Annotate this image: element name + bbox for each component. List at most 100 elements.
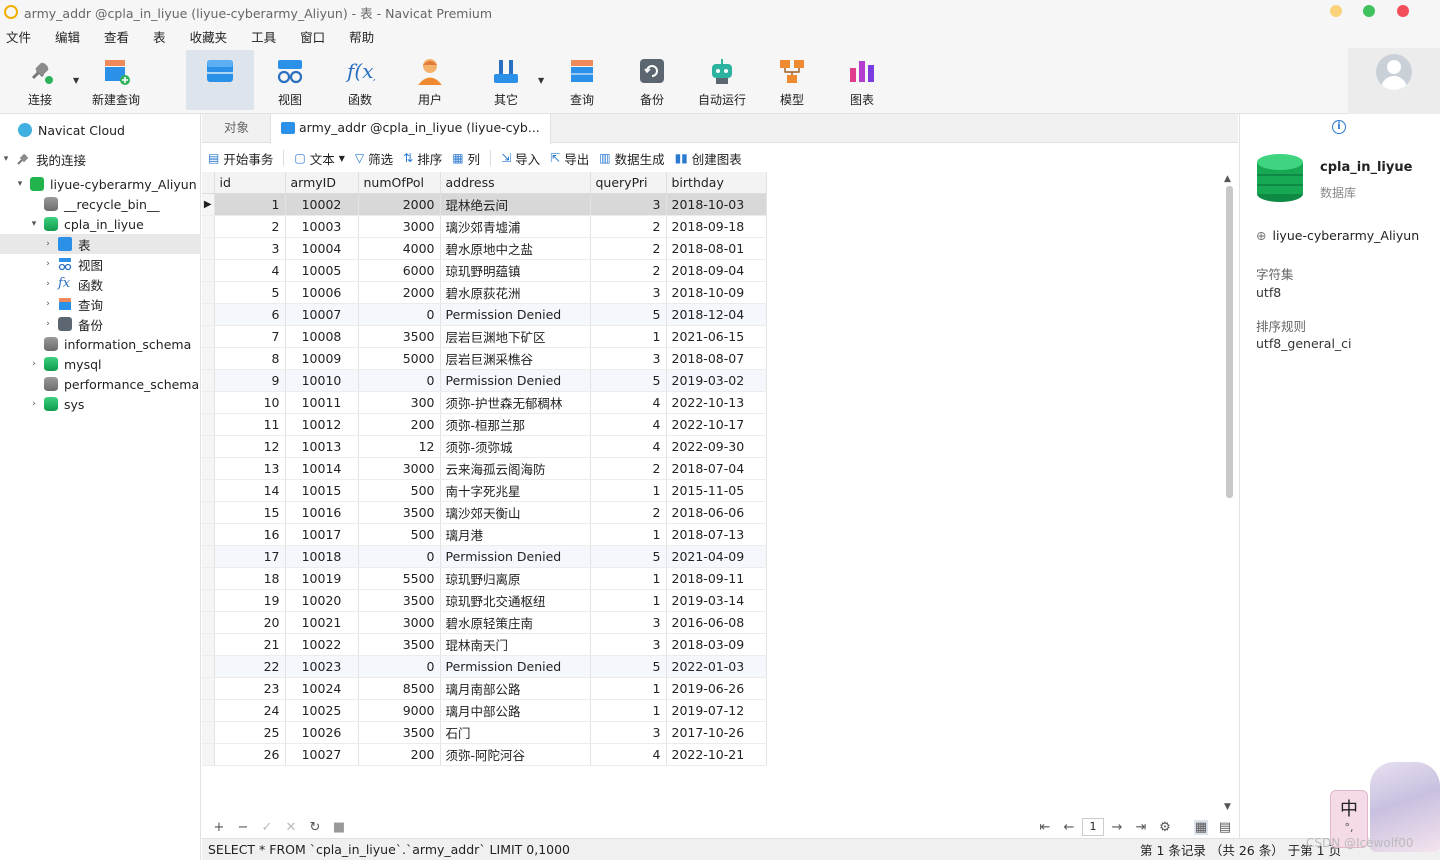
cell-numofpol[interactable]: 3500 [358,325,441,348]
cell-armyid[interactable]: 10005 [285,259,359,282]
menu-window[interactable]: 窗口 [300,27,325,46]
connect-button[interactable]: 连接 [6,50,74,110]
cell-birthday[interactable]: 2018-10-03 [666,193,767,216]
table-row[interactable]: 20 10021 3000 碧水原轻策庄南 3 2016-06-08 [202,611,767,634]
ime-punctuation[interactable]: °, [1331,821,1367,834]
cell-birthday[interactable]: 2022-10-13 [666,391,767,414]
chart-button[interactable]: 图表 [828,50,896,110]
cell-birthday[interactable]: 2017-10-26 [666,721,767,744]
nav-queries[interactable]: › 查询 [0,294,201,314]
chevron-right-icon[interactable]: › [42,239,54,249]
table-row[interactable]: 24 10025 9000 璃月中部公路 1 2019-07-12 [202,699,767,722]
current-row-marker-icon[interactable]: ▶ [202,193,215,216]
cell-armyid[interactable]: 10004 [285,237,359,260]
cell-address[interactable]: 琼玑野明蕴镇 [440,259,591,282]
cell-birthday[interactable]: 2015-11-05 [666,479,767,502]
avatar[interactable] [1376,54,1412,90]
cell-address[interactable]: 须弥-桓那兰那 [440,413,591,436]
cell-id[interactable]: 3 [214,237,286,260]
row-marker[interactable] [202,655,215,678]
cell-numofpol[interactable]: 200 [358,743,441,766]
cell-numofpol[interactable]: 3500 [358,589,441,612]
cell-birthday[interactable]: 2016-06-08 [666,611,767,634]
cell-birthday[interactable]: 2019-03-02 [666,369,767,392]
cell-armyid[interactable]: 10008 [285,325,359,348]
view-button[interactable]: 视图 [256,50,324,110]
row-marker[interactable] [202,215,215,238]
cell-numofpol[interactable]: 0 [358,545,441,568]
user-account-area[interactable] [1348,48,1440,114]
cell-birthday[interactable]: 2019-03-14 [666,589,767,612]
cell-address[interactable]: 璃月中部公路 [440,699,591,722]
chevron-right-icon[interactable]: › [42,299,54,309]
cell-querypri[interactable]: 4 [590,413,667,436]
chevron-right-icon[interactable]: › [42,279,54,289]
row-marker[interactable] [202,567,215,590]
cell-id[interactable]: 17 [214,545,286,568]
query-button[interactable]: 查询 [548,50,616,110]
row-marker[interactable] [202,259,215,282]
cell-numofpol[interactable]: 3000 [358,611,441,634]
table-row[interactable]: 3 10004 4000 碧水原地中之盐 2 2018-08-01 [202,237,767,260]
cell-address[interactable]: 璃沙郊天衡山 [440,501,591,524]
cell-querypri[interactable]: 1 [590,325,667,348]
table-row[interactable]: 16 10017 500 璃月港 1 2018-07-13 [202,523,767,546]
cell-armyid[interactable]: 10027 [285,743,359,766]
cell-querypri[interactable]: 2 [590,215,667,238]
cell-birthday[interactable]: 2018-08-07 [666,347,767,370]
cell-numofpol[interactable]: 3500 [358,633,441,656]
row-marker[interactable] [202,589,215,612]
delete-record-button[interactable]: − [236,820,250,835]
row-marker[interactable] [202,413,215,436]
nav-recycle-bin[interactable]: __recycle_bin__ [0,194,201,214]
cell-armyid[interactable]: 10012 [285,413,359,436]
cell-numofpol[interactable]: 2000 [358,281,441,304]
table-row[interactable]: 15 10016 3500 璃沙郊天衡山 2 2018-06-06 [202,501,767,524]
cell-birthday[interactable]: 2018-03-09 [666,633,767,656]
cell-armyid[interactable]: 10019 [285,567,359,590]
cell-querypri[interactable]: 2 [590,237,667,260]
nav-navicat-cloud[interactable]: Navicat Cloud [0,120,201,140]
cell-address[interactable]: 琼玑野北交通枢纽 [440,589,591,612]
cell-id[interactable]: 13 [214,457,286,480]
cell-querypri[interactable]: 3 [590,721,667,744]
column-header-querypri[interactable]: queryPri [590,172,667,194]
page-number-field[interactable]: 1 [1082,818,1104,836]
cell-id[interactable]: 20 [214,611,286,634]
cell-address[interactable]: 璃月南部公路 [440,677,591,700]
table-row[interactable]: 14 10015 500 南十字死兆星 1 2015-11-05 [202,479,767,502]
row-marker[interactable] [202,237,215,260]
cell-armyid[interactable]: 10023 [285,655,359,678]
table-row[interactable]: 2 10003 3000 璃沙郊青墟浦 2 2018-09-18 [202,215,767,238]
cell-birthday[interactable]: 2022-01-03 [666,655,767,678]
tab-objects[interactable]: 对象 [214,114,259,143]
cell-birthday[interactable]: 2018-08-01 [666,237,767,260]
cell-birthday[interactable]: 2021-06-15 [666,325,767,348]
cell-querypri[interactable]: 1 [590,567,667,590]
cell-address[interactable]: 琼玑野归离原 [440,567,591,590]
row-marker[interactable] [202,523,215,546]
cell-querypri[interactable]: 4 [590,743,667,766]
table-row[interactable]: 7 10008 3500 层岩巨渊地下矿区 1 2021-06-15 [202,325,767,348]
table-row[interactable]: 5 10006 2000 碧水原荻花洲 3 2018-10-09 [202,281,767,304]
nav-sys[interactable]: › sys [0,394,201,414]
cell-address[interactable]: 云来海孤云阁海防 [440,457,591,480]
table-row[interactable]: 11 10012 200 须弥-桓那兰那 4 2022-10-17 [202,413,767,436]
column-header-numofpol[interactable]: numOfPol [358,172,441,194]
nav-information-schema[interactable]: information_schema [0,334,201,354]
cell-armyid[interactable]: 10006 [285,281,359,304]
chevron-right-icon[interactable]: › [42,259,54,269]
table-row[interactable]: ▶ 1 10002 2000 琨林绝云间 3 2018-10-03 [202,193,767,216]
row-marker[interactable] [202,479,215,502]
row-marker[interactable] [202,677,215,700]
grid-view-icon[interactable]: ▦ [1194,819,1208,835]
chevron-right-icon[interactable]: › [28,399,40,409]
cell-id[interactable]: 24 [214,699,286,722]
cell-address[interactable]: 璃沙郊青墟浦 [440,215,591,238]
cell-armyid[interactable]: 10016 [285,501,359,524]
form-view-icon[interactable]: ▤ [1218,820,1232,835]
cell-numofpol[interactable]: 0 [358,655,441,678]
cell-armyid[interactable]: 10017 [285,523,359,546]
cell-address[interactable]: Permission Denied [440,545,591,568]
cell-address[interactable]: 须弥-须弥城 [440,435,591,458]
